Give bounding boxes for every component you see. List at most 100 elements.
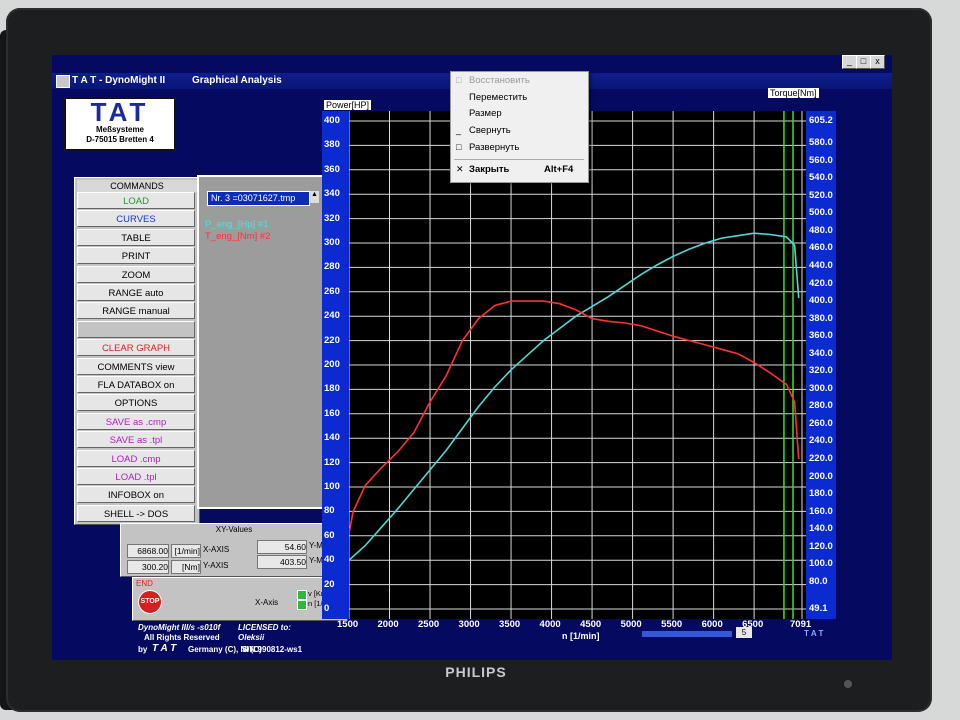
- maximize-button[interactable]: □: [856, 55, 871, 69]
- power-led[interactable]: [844, 680, 852, 688]
- right-tick-label: 200.0: [809, 470, 833, 482]
- command-button-print[interactable]: PRINT: [77, 247, 195, 265]
- right-tick-label: 360.0: [809, 330, 833, 342]
- command-button-save-as-cmp[interactable]: SAVE as .cmp: [77, 412, 195, 430]
- command-button-range-manual[interactable]: RANGE manual: [77, 302, 195, 320]
- screen: T A T - DynoMight II Graphical Analysis …: [52, 55, 892, 660]
- restore-icon: □: [456, 75, 462, 85]
- window-context-menu: Восстановить □ Переместить Размер Свернуть _ Р…: [450, 71, 589, 183]
- right-tick-label: 520.0: [809, 189, 833, 201]
- selected-file[interactable]: Nr. 3 =03071627.tmp: [207, 191, 310, 206]
- end-panel: END STOP X-Axis v [Km/h] n [1/min]: [132, 577, 348, 621]
- command-button-load[interactable]: LOAD: [77, 192, 195, 209]
- close-icon: ✕: [456, 164, 464, 174]
- y-unit: [Nm]: [171, 560, 201, 574]
- left-tick-label: 400: [324, 115, 340, 126]
- x-scroll-bar[interactable]: [642, 631, 732, 637]
- curve-item-power[interactable]: P_eng_[Hp] #1: [205, 219, 268, 230]
- product-name: DynoMight III/s -s010f: [138, 623, 221, 632]
- list-divider: [203, 215, 313, 216]
- app-icon[interactable]: [56, 75, 70, 88]
- dyno-chart: [349, 111, 806, 619]
- y-axis-label: Y-AXIS: [203, 561, 229, 570]
- right-tick-label: 180.0: [809, 488, 833, 500]
- menu-item-3[interactable]: Свернуть: [469, 125, 511, 136]
- menu-item-2[interactable]: Размер: [469, 108, 502, 119]
- right-tick-label: 480.0: [809, 224, 833, 236]
- command-button-load-tpl[interactable]: LOAD .tpl: [77, 468, 195, 485]
- left-tick-label: 60: [324, 529, 335, 541]
- x-tick-label: 4000: [539, 619, 561, 630]
- option-speed-toggle[interactable]: [297, 590, 307, 600]
- menu-item-1[interactable]: Переместить: [469, 92, 527, 103]
- menu-item-0: Восстановить: [469, 75, 530, 86]
- left-tick-label: 360: [324, 163, 340, 175]
- left-tick-label: 280: [324, 261, 340, 273]
- command-button-options[interactable]: OPTIONS: [77, 394, 195, 412]
- command-button-shell-dos[interactable]: SHELL -> DOS: [77, 504, 195, 522]
- left-tick-label: 260: [324, 285, 340, 297]
- left-tick-label: 380: [324, 139, 340, 151]
- command-button-save-as-tpl[interactable]: SAVE as .tpl: [77, 431, 195, 449]
- command-button-zoom[interactable]: ZOOM: [77, 265, 195, 283]
- close-button[interactable]: x: [870, 55, 885, 69]
- x-axis-select-label: X-Axis: [255, 598, 279, 607]
- command-button-blank: [77, 320, 195, 338]
- end-label: END: [136, 579, 153, 588]
- licensed-label: LICENSED to:: [238, 623, 291, 632]
- command-button-load-cmp[interactable]: LOAD .cmp: [77, 449, 195, 467]
- monitor-brand: PHILIPS: [445, 664, 507, 680]
- left-tick-label: 200: [324, 359, 340, 370]
- x-tick-label: 1500: [337, 619, 359, 630]
- right-tick-label: 120.0: [809, 540, 833, 552]
- right-tick-label: 580.0: [809, 137, 833, 149]
- command-button-infobox-on[interactable]: INFOBOX on: [77, 486, 195, 504]
- licensee: Oleksii: [238, 633, 265, 642]
- logo-line1: Meßsysteme: [95, 125, 145, 134]
- y-min-value: 54.60: [257, 540, 307, 554]
- x-tick-label: 3500: [499, 619, 521, 630]
- curves-list[interactable]: Nr. 3 =03071627.tmp ▲ P_eng_[Hp] #1 T_en…: [197, 175, 324, 509]
- menu-item-5[interactable]: Закрыть: [469, 164, 509, 175]
- minimize-icon: _: [456, 125, 462, 135]
- logo-line2: D-75015 Bretten 4: [86, 135, 154, 144]
- tat-logo: TAT Meßsysteme D-75015 Bretten 4: [64, 97, 176, 151]
- menu-separator: [454, 159, 584, 160]
- menu-item-4[interactable]: Развернуть: [469, 142, 519, 153]
- right-tick-label: 240.0: [809, 435, 833, 447]
- minimize-button[interactable]: _: [842, 55, 857, 69]
- command-button-range-auto[interactable]: RANGE auto: [77, 284, 195, 301]
- curve-item-torque[interactable]: T_eng_[Nm] #2: [205, 231, 270, 242]
- right-tick-label: 80.0: [809, 575, 828, 587]
- y-max-value: 403.50: [257, 555, 307, 569]
- left-tick-label: 180: [324, 383, 340, 395]
- command-button-clear-graph[interactable]: CLEAR GRAPH: [77, 339, 195, 357]
- right-tick-label: 300.0: [809, 382, 833, 394]
- stop-button[interactable]: STOP: [138, 590, 162, 614]
- left-tick-label: 20: [324, 578, 335, 590]
- right-tick-label: 560.0: [809, 154, 833, 166]
- left-tick-label: 340: [324, 188, 340, 200]
- list-scroll-up-icon[interactable]: ▲: [310, 191, 319, 203]
- commands-header: COMMANDS: [77, 180, 197, 192]
- x-tick-label: 5500: [661, 619, 683, 630]
- maximize-icon: □: [456, 142, 462, 152]
- right-tick-label: 380.0: [809, 312, 833, 324]
- left-tick-label: 220: [324, 334, 340, 346]
- right-tick-label: 340.0: [809, 347, 833, 359]
- x-unit: [1/min]: [171, 544, 201, 558]
- window-subtitle: Graphical Analysis: [192, 75, 282, 86]
- x-tick-label: 7091: [790, 619, 812, 630]
- right-tick-label: 540.0: [809, 172, 833, 184]
- left-tick-label: 80: [324, 505, 335, 517]
- command-button-comments-view[interactable]: COMMENTS view: [77, 357, 195, 375]
- option-rpm-toggle[interactable]: [297, 600, 307, 610]
- left-tick-label: 300: [324, 237, 340, 248]
- command-button-curves[interactable]: CURVES: [77, 210, 195, 228]
- corner-brand: T A T: [804, 629, 824, 638]
- right-tick-label: 440.0: [809, 259, 833, 271]
- command-button-fla-databox-on[interactable]: FLA DATABOX on: [77, 376, 195, 393]
- command-button-table[interactable]: TABLE: [77, 228, 195, 246]
- left-tick-label: 320: [324, 212, 340, 224]
- x-axis-title: n [1/min]: [562, 631, 600, 641]
